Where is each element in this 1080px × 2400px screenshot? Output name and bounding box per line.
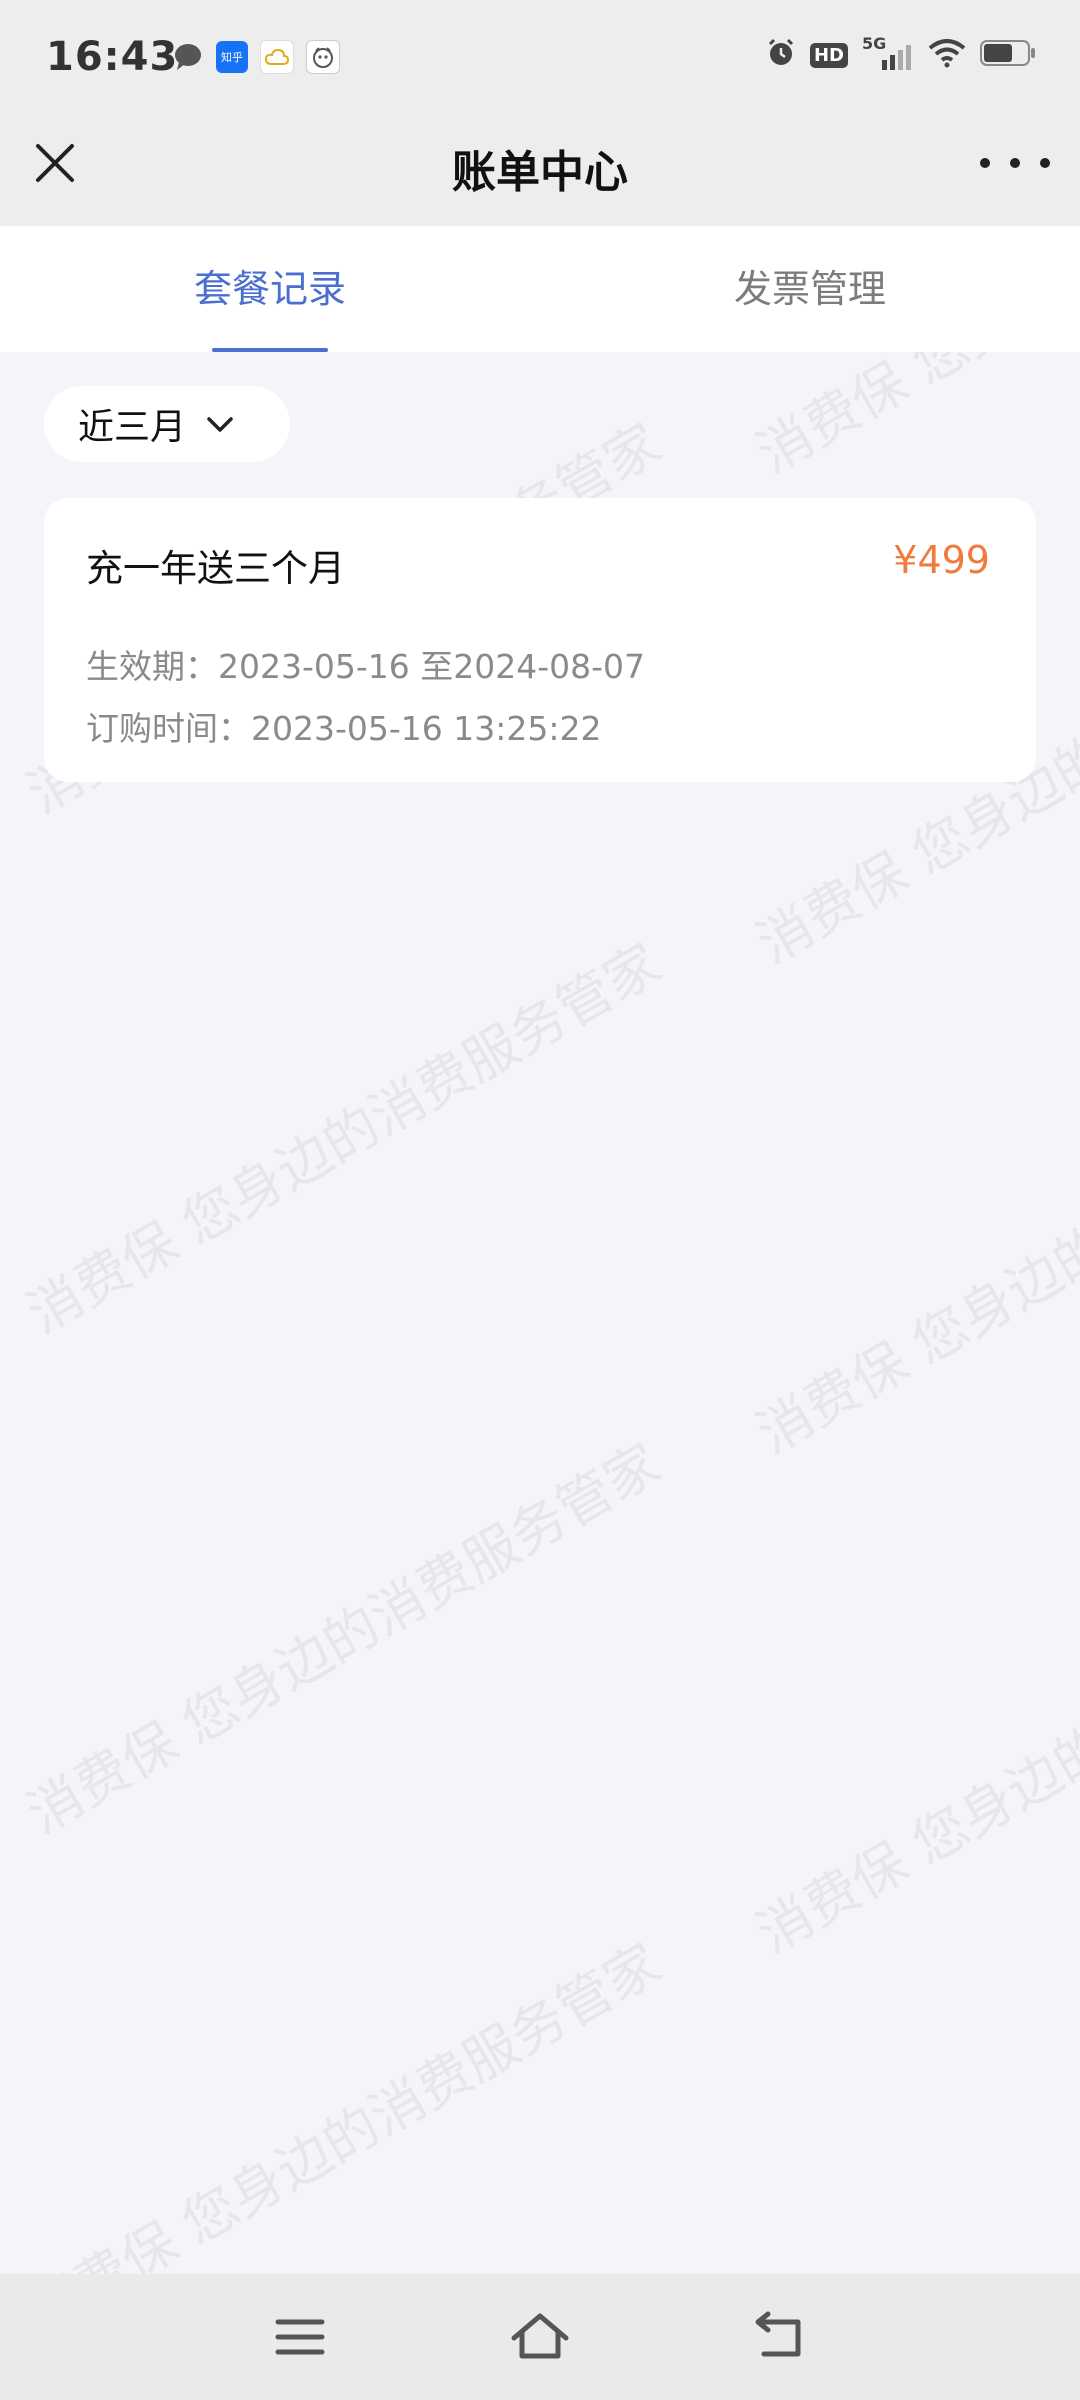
cloud-icon	[260, 40, 294, 74]
back-button[interactable]	[750, 2310, 810, 2364]
home-button[interactable]	[510, 2310, 570, 2364]
wifi-icon	[928, 38, 966, 72]
page-title: 账单中心	[452, 147, 628, 198]
active-tab-indicator	[212, 348, 328, 352]
tab-package-records[interactable]: 套餐记录	[0, 226, 540, 352]
watermark: 消费保 您身边的	[746, 1213, 1080, 1466]
back-icon	[755, 2311, 801, 2357]
home-icon	[511, 2313, 569, 2359]
status-bar: 16:43 知乎 HD 5G	[0, 0, 1080, 116]
face-icon	[306, 40, 340, 74]
hd-icon: HD	[809, 42, 848, 68]
alarm-icon	[766, 38, 796, 72]
watermark: 消费保 您身边的消费服务管家	[16, 1431, 671, 1846]
chevron-down-icon	[207, 417, 233, 432]
menu-icon	[275, 2319, 325, 2355]
more-icon	[980, 158, 990, 168]
watermark: 消费保 您身边的	[746, 1713, 1080, 1966]
package-price: ¥499	[893, 538, 990, 582]
notification-icons: 知乎	[172, 40, 340, 74]
validity-period: 生效期：2023-05-16 至2024-08-07	[86, 647, 646, 686]
period-filter-label: 近三月	[78, 407, 187, 448]
5g-signal-icon: 5G	[862, 34, 914, 72]
message-icon	[172, 41, 204, 73]
title-bar: 账单中心	[0, 116, 1080, 226]
battery-icon	[980, 38, 1036, 72]
tab-bar: 套餐记录 发票管理	[0, 226, 1080, 352]
package-name: 充一年送三个月	[86, 547, 345, 590]
package-record-card[interactable]: 充一年送三个月 ¥499 生效期：2023-05-16 至2024-08-07 …	[44, 498, 1036, 782]
watermark: 消费保 您身边的消费服务管家	[16, 931, 671, 1346]
system-nav-bar	[0, 2274, 1080, 2400]
status-right-icons: HD 5G	[766, 34, 1036, 72]
order-time: 订购时间：2023-05-16 13:25:22	[86, 709, 602, 748]
zhihu-icon: 知乎	[216, 41, 248, 73]
period-filter-dropdown[interactable]: 近三月	[44, 386, 290, 462]
status-time: 16:43	[46, 34, 179, 80]
more-button[interactable]	[980, 140, 1050, 186]
recent-apps-button[interactable]	[270, 2310, 330, 2364]
tab-invoice-management[interactable]: 发票管理	[540, 226, 1080, 352]
